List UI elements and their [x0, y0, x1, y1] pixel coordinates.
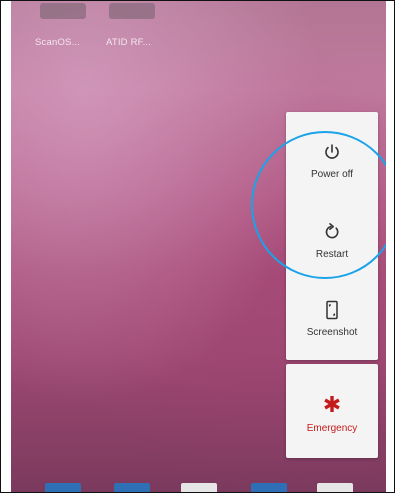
power-icon	[325, 144, 339, 159]
device-frame: ScanOS... ATID RF... Power off Restart S…	[0, 0, 395, 493]
screenshot-label: Screenshot	[306, 327, 358, 338]
dock-app-icon-2[interactable]	[114, 483, 150, 492]
emergency-button[interactable]: Emergency	[286, 364, 378, 458]
emergency-label: Emergency	[306, 423, 358, 434]
app-label-atid-rf: ATID RF...	[106, 37, 152, 48]
dock-app-icon-4[interactable]	[251, 483, 287, 492]
app-icon-scanos[interactable]	[40, 3, 86, 19]
power-off-button[interactable]: Power off	[286, 128, 378, 202]
app-label-scanos: ScanOS...	[35, 37, 81, 48]
restart-icon	[325, 223, 339, 239]
emergency-asterisk-icon	[324, 396, 340, 412]
screenshot-button[interactable]: Screenshot	[286, 286, 378, 360]
power-menu: Power off Restart Screenshot	[286, 112, 378, 360]
home-screen: ScanOS... ATID RF... Power off Restart S…	[11, 1, 386, 492]
dock-app-icon-3[interactable]	[181, 483, 217, 492]
dock-app-icon-5[interactable]	[317, 483, 353, 492]
restart-button[interactable]: Restart	[286, 208, 378, 282]
power-off-label: Power off	[310, 169, 354, 180]
dock-app-icon-1[interactable]	[45, 483, 81, 492]
app-icon-atid-rf[interactable]	[109, 3, 155, 19]
screenshot-icon	[326, 300, 338, 320]
restart-label: Restart	[315, 249, 349, 260]
